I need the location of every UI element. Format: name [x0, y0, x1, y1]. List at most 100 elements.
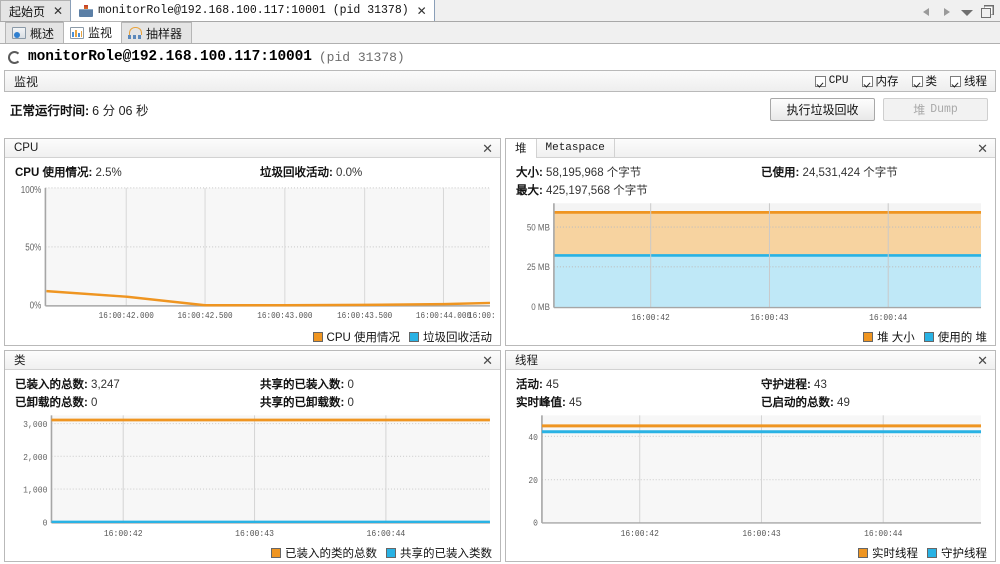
svg-text:16:00:44: 16:00:44: [869, 313, 907, 324]
svg-text:50 MB: 50 MB: [527, 222, 550, 233]
connection-name: monitorRole@192.168.100.117:10001: [28, 49, 312, 65]
legend-swatch-blue: [927, 547, 937, 558]
stat-threads-daemon: 守护进程: 43: [761, 376, 850, 392]
window-tab-start-page[interactable]: 起始页 ✕: [0, 0, 72, 21]
chart-heap[interactable]: 50 MB 25 MB 0 MB 16:00:42 16:00:43 16:00…: [506, 201, 995, 328]
stat-value: 24,531,424 个字节: [802, 167, 898, 179]
maximize-icon[interactable]: [981, 7, 992, 18]
window-tab-label: monitorRole@192.168.100.117:10001 (pid 3…: [98, 4, 409, 17]
legend-label: 已装入的类的总数: [285, 547, 377, 560]
stat-label: 守护进程:: [761, 379, 811, 391]
stat-label: 已使用:: [761, 167, 800, 179]
tab-monitor[interactable]: 监视: [63, 21, 123, 43]
svg-text:100%: 100%: [21, 184, 42, 195]
chart-cpu[interactable]: 100% 50% 0% 16:00:42.000 16:00:42.500 16…: [5, 183, 500, 328]
overview-icon: [12, 27, 26, 39]
chart-classes[interactable]: 3,000 2,000 1,000 0 16:00:42 16:00:43 16…: [5, 413, 500, 544]
stat-label: 垃圾回收活动:: [260, 167, 333, 179]
heap-dump-button[interactable]: 堆 Dump: [883, 97, 988, 121]
svg-text:3,000: 3,000: [23, 420, 47, 431]
svg-text:50%: 50%: [25, 242, 41, 253]
connection-pid: (pid 31378): [318, 49, 405, 65]
svg-text:16:00:42.000: 16:00:42.000: [99, 311, 154, 322]
panel-threads-titlebar: 线程 ✕: [506, 351, 995, 370]
svg-text:25 MB: 25 MB: [527, 262, 550, 273]
stat-column-right: 守护进程: 43 已启动的总数: 49: [761, 376, 850, 410]
checkbox-memory[interactable]: 内存: [861, 73, 899, 89]
legend-heap: 堆 大小 使用的 堆: [506, 328, 995, 345]
legend-item: 共享的已装入类数: [386, 545, 492, 561]
tab-label: 抽样器: [146, 26, 183, 41]
panel-threads: 线程 ✕ 活动: 45 实时峰值: 45 守护进程: 43 已启动的总数: 49…: [505, 350, 996, 562]
tab-heap[interactable]: 堆: [506, 139, 537, 158]
tab-sampler[interactable]: 抽样器: [121, 22, 193, 43]
checkbox-checked-icon: [911, 75, 923, 87]
panel-classes: 类 ✕ 已装入的总数: 3,247 已卸载的总数: 0 共享的已装入数: 0 共…: [4, 350, 501, 562]
legend-label: 使用的 堆: [937, 331, 987, 344]
svg-text:0%: 0%: [30, 300, 42, 311]
stat-value: 425,197,568 个字节: [546, 185, 648, 197]
close-icon[interactable]: ✕: [414, 5, 427, 17]
panel-heap-titlebar: 堆 Metaspace ✕: [506, 139, 995, 158]
panel-classes-titlebar: 类 ✕: [5, 351, 500, 370]
stat-column-left: CPU 使用情况: 2.5%: [15, 164, 260, 180]
legend-swatch-orange: [863, 331, 874, 342]
stat-label: 共享的已卸载数:: [260, 397, 345, 409]
svg-text:16:00:44: 16:00:44: [864, 528, 902, 539]
checkbox-cpu[interactable]: CPU: [814, 75, 849, 87]
svg-text:2,000: 2,000: [23, 452, 47, 463]
monitor-chart-icon: [70, 26, 85, 39]
stat-value: 0.0%: [336, 167, 363, 179]
checkbox-classes[interactable]: 类: [911, 73, 938, 89]
tab-metaspace[interactable]: Metaspace: [537, 139, 615, 158]
legend-swatch-orange: [858, 547, 868, 558]
close-icon[interactable]: ✕: [977, 354, 988, 367]
checkbox-label: 类: [925, 76, 938, 88]
stat-column-right: 已使用: 24,531,424 个字节: [761, 164, 898, 198]
next-arrow-icon[interactable]: [941, 7, 952, 18]
panel-cpu: CPU ✕ CPU 使用情况: 2.5% 垃圾回收活动: 0.0% 100% 5…: [4, 138, 501, 346]
dropdown-triangle-icon[interactable]: [961, 7, 973, 18]
legend-item: 已装入的类的总数: [271, 545, 377, 561]
chart-threads[interactable]: 40 20 0 16:00:42 16:00:43 16:00:44: [506, 413, 995, 544]
tab-label: Metaspace: [545, 142, 605, 154]
stat-value: 2.5%: [95, 167, 122, 179]
svg-text:16:00:44: 16:00:44: [367, 528, 406, 539]
perform-gc-button[interactable]: 执行垃圾回收: [770, 97, 875, 121]
legend-cpu: CPU 使用情况 垃圾回收活动: [5, 328, 500, 345]
panel-heap-stats: 大小: 58,195,968 个字节 最大: 425,197,568 个字节 已…: [506, 158, 995, 201]
prev-arrow-icon[interactable]: [921, 7, 932, 18]
close-icon[interactable]: ✕: [50, 5, 63, 17]
close-icon[interactable]: ✕: [482, 354, 493, 367]
tab-overview[interactable]: 概述: [5, 22, 65, 43]
heap-dump-label-en: Dump: [930, 102, 958, 116]
stat-value: 58,195,968 个字节: [546, 167, 642, 179]
stat-column-left: 已装入的总数: 3,247 已卸载的总数: 0: [15, 376, 260, 410]
view-tab-bar: 概述 监视 抽样器: [0, 21, 1000, 44]
legend-label: 共享的已装入类数: [400, 547, 492, 560]
connection-title: monitorRole@192.168.100.117:10001 (pid 3…: [0, 44, 1000, 70]
legend-item: CPU 使用情况: [312, 329, 400, 345]
legend-classes: 已装入的类的总数 共享的已装入类数: [5, 544, 500, 561]
close-icon[interactable]: ✕: [977, 142, 988, 155]
monitor-checkbox-group: CPU 内存 类 线程: [814, 73, 987, 89]
checkbox-checked-icon: [950, 75, 961, 87]
svg-text:16:00:44.5: 16:00:44.5: [468, 311, 494, 322]
window-tab-label: 起始页: [9, 4, 46, 19]
svg-text:40: 40: [528, 432, 538, 443]
legend-label: 堆 大小: [877, 331, 915, 344]
stat-cpu-usage: CPU 使用情况: 2.5%: [15, 164, 260, 180]
panel-classes-title: 类: [14, 355, 26, 367]
close-icon[interactable]: ✕: [482, 142, 493, 155]
svg-text:16:00:42: 16:00:42: [621, 528, 659, 539]
stat-threads-live: 活动: 45: [516, 376, 761, 392]
svg-text:16:00:43: 16:00:43: [742, 528, 780, 539]
legend-swatch-blue: [409, 331, 419, 342]
stat-column-left: 大小: 58,195,968 个字节 最大: 425,197,568 个字节: [516, 164, 761, 198]
checkbox-threads[interactable]: 线程: [950, 73, 987, 89]
svg-text:16:00:43.500: 16:00:43.500: [337, 311, 392, 322]
tab-label: 概述: [30, 26, 55, 41]
legend-label: 实时线程: [872, 547, 918, 560]
window-tab-monitor-connection[interactable]: monitorRole@192.168.100.117:10001 (pid 3…: [70, 0, 435, 21]
checkbox-label: 线程: [964, 76, 987, 88]
